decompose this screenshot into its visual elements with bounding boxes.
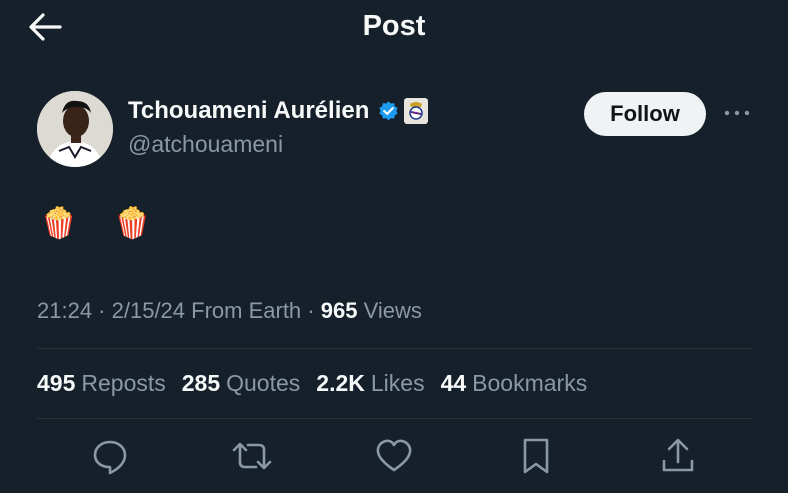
share-button[interactable] xyxy=(658,436,698,476)
reposts-label: Reposts xyxy=(81,370,166,396)
quotes-stat[interactable]: 285 Quotes xyxy=(182,370,301,397)
page-title: Post xyxy=(362,10,426,42)
bookmarks-count: 44 xyxy=(440,370,467,396)
likes-label: Likes xyxy=(370,370,425,396)
views-label: Views xyxy=(357,298,422,323)
follow-button[interactable]: Follow xyxy=(584,92,706,136)
author-name[interactable]: Tchouameni Aurélien xyxy=(128,97,369,125)
post-date[interactable]: 2/15/24 xyxy=(112,298,185,323)
like-button[interactable] xyxy=(374,436,414,476)
like-icon xyxy=(376,439,412,472)
divider xyxy=(37,348,753,349)
views-count: 965 xyxy=(320,298,358,323)
bookmark-icon xyxy=(523,438,549,474)
bookmark-button[interactable] xyxy=(516,436,556,476)
post-text: 🍿 🍿 xyxy=(40,207,166,240)
author-handle[interactable]: @atchouameni xyxy=(128,131,283,158)
likes-stat[interactable]: 2.2K Likes xyxy=(316,370,424,397)
reply-button[interactable] xyxy=(90,436,130,476)
bookmarks-stat[interactable]: 44 Bookmarks xyxy=(441,370,588,397)
likes-count: 2.2K xyxy=(316,370,365,396)
quotes-label: Quotes xyxy=(226,370,301,396)
repost-button[interactable] xyxy=(230,436,274,476)
reposts-stat[interactable]: 495 Reposts xyxy=(37,370,166,397)
divider xyxy=(37,418,753,419)
post-source: From Earth xyxy=(185,298,302,323)
action-bar xyxy=(0,436,788,480)
reply-icon xyxy=(93,440,127,475)
more-horizontal-icon xyxy=(724,110,750,116)
post-meta: 21:24 · 2/15/24 From Earth · 965 Views xyxy=(37,298,422,324)
more-options-button[interactable] xyxy=(722,103,752,123)
verified-badge-icon xyxy=(379,100,398,120)
meta-separator: · xyxy=(92,298,112,323)
real-madrid-crest-icon xyxy=(404,98,429,124)
bookmarks-label: Bookmarks xyxy=(472,370,588,396)
meta-separator: · xyxy=(301,298,321,323)
engagement-stats: 495 Reposts 285 Quotes 2.2K Likes 44 Bookmar… xyxy=(37,370,603,397)
share-icon xyxy=(662,438,694,472)
quotes-count: 285 xyxy=(181,370,221,396)
author-name-row: Tchouameni Aurélien xyxy=(128,97,429,125)
top-bar: Post xyxy=(0,0,788,56)
reposts-count: 495 xyxy=(37,370,76,396)
post-time[interactable]: 21:24 xyxy=(37,298,92,323)
repost-icon xyxy=(232,442,272,470)
avatar[interactable] xyxy=(37,91,113,167)
